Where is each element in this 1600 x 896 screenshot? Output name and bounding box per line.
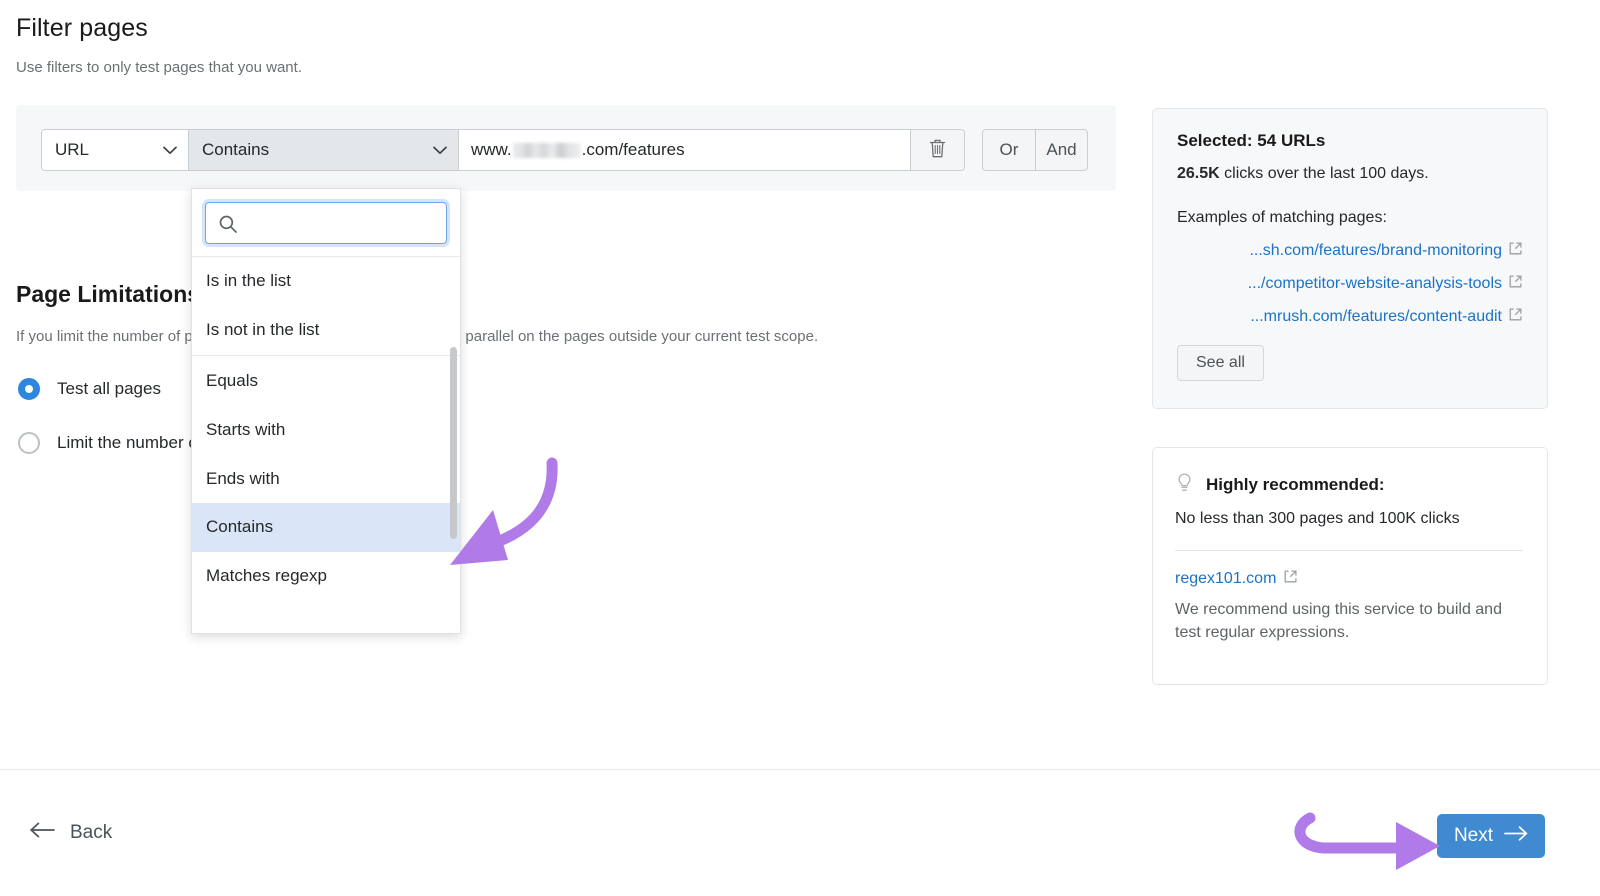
see-all-button[interactable]: See all [1177, 345, 1264, 381]
dropdown-search-field[interactable] [205, 202, 447, 244]
arrow-right-icon [1504, 825, 1528, 847]
filter-rule-group: URL Contains www. .com/features [41, 129, 965, 171]
filter-rule-row: URL Contains www. .com/features Or And [41, 129, 1088, 171]
redacted-domain [512, 142, 581, 158]
external-link-icon [1508, 307, 1523, 327]
next-button[interactable]: Next [1437, 814, 1545, 858]
filter-operator-select[interactable]: Contains [188, 130, 458, 170]
trash-icon [928, 137, 947, 164]
clicks-value: 26.5K [1177, 165, 1220, 182]
example-link[interactable]: .../competitor-website-analysis-tools [1248, 275, 1502, 293]
chevron-down-icon [163, 146, 177, 155]
dropdown-search-input[interactable] [206, 203, 446, 243]
selected-urls-panel: Selected: 54 URLs 26.5K clicks over the … [1152, 108, 1548, 409]
example-link[interactable]: ...mrush.com/features/content-audit [1250, 308, 1502, 326]
dropdown-option-contains[interactable]: Contains [192, 502, 460, 552]
selected-urls-clicks: 26.5K clicks over the last 100 days. [1177, 165, 1523, 183]
annotation-arrow-to-next [1288, 800, 1458, 877]
external-link-icon [1283, 569, 1298, 589]
page-title: Filter pages [16, 14, 148, 42]
external-link-icon [1508, 241, 1523, 261]
filter-and-button[interactable]: And [1035, 130, 1087, 170]
filter-field-select[interactable]: URL [42, 130, 188, 170]
filter-operator-value: Contains [202, 140, 270, 159]
highly-recommended-panel: Highly recommended: No less than 300 pag… [1152, 447, 1548, 685]
url-prefix: www. [471, 140, 512, 159]
regex101-link[interactable]: regex101.com [1175, 570, 1276, 588]
filter-bar: URL Contains www. .com/features Or And [16, 105, 1116, 191]
recommend-note: No less than 300 pages and 100K clicks [1175, 510, 1460, 527]
chevron-down-icon [433, 146, 447, 155]
divider [1175, 550, 1523, 551]
example-link[interactable]: ...sh.com/features/brand-monitoring [1249, 242, 1502, 260]
page-limitations-title: Page Limitations [16, 281, 201, 307]
dropdown-option-starts-with[interactable]: Starts with [192, 406, 460, 455]
lightbulb-icon [1175, 472, 1194, 498]
dropdown-option-is-not-in-the-list[interactable]: Is not in the list [192, 306, 460, 355]
regex101-link-row[interactable]: regex101.com [1175, 569, 1523, 589]
dropdown-option-ends-with[interactable]: Ends with [192, 454, 460, 503]
radio-indicator [18, 378, 40, 400]
page-subtitle: Use filters to only test pages that you … [16, 59, 302, 76]
dropdown-option-equals[interactable]: Equals [192, 357, 460, 406]
operator-dropdown-menu: Is in the list Is not in the list Equals… [191, 188, 461, 634]
filter-conjunction-group: Or And [982, 129, 1088, 171]
list-item[interactable]: ...sh.com/features/brand-monitoring [1177, 234, 1523, 267]
list-item[interactable]: ...mrush.com/features/content-audit [1177, 300, 1523, 333]
clicks-text: clicks over the last 100 days. [1224, 165, 1429, 182]
dropdown-option-matches-regexp[interactable]: Matches regexp [192, 552, 460, 601]
radio-label: Test all pages [57, 379, 161, 398]
example-links-list: ...sh.com/features/brand-monitoring .../… [1177, 234, 1523, 333]
filter-field-value: URL [55, 140, 90, 159]
list-item[interactable]: .../competitor-website-analysis-tools [1177, 267, 1523, 300]
external-link-icon [1508, 274, 1523, 294]
selected-urls-title: Selected: 54 URLs [1177, 131, 1326, 150]
next-label: Next [1453, 825, 1494, 846]
examples-label: Examples of matching pages: [1177, 209, 1387, 226]
dropdown-divider [192, 355, 460, 357]
dropdown-search-wrap [192, 189, 460, 257]
recommend-title: Highly recommended: [1206, 475, 1385, 494]
recommend-description: We recommend using this service to build… [1175, 601, 1502, 641]
dropdown-scrollbar-thumb[interactable] [450, 347, 457, 539]
dropdown-option-is-in-the-list[interactable]: Is in the list [192, 257, 460, 306]
filter-pages-screen: Filter pages Use filters to only test pa… [0, 0, 1600, 896]
radio-option-test-all-pages[interactable]: Test all pages [18, 378, 161, 400]
back-label: Back [70, 822, 113, 843]
filter-value-input[interactable]: www. .com/features [458, 130, 910, 170]
delete-filter-button[interactable] [910, 130, 964, 170]
recommend-header: Highly recommended: [1175, 472, 1523, 498]
dropdown-option-list: Is in the list Is not in the list Equals… [192, 257, 460, 621]
filter-or-button[interactable]: Or [983, 130, 1035, 170]
arrow-left-icon [30, 822, 56, 844]
url-suffix: .com/features [581, 140, 685, 159]
back-button[interactable]: Back [30, 822, 112, 844]
radio-indicator [18, 432, 40, 454]
footer-divider [0, 769, 1600, 770]
